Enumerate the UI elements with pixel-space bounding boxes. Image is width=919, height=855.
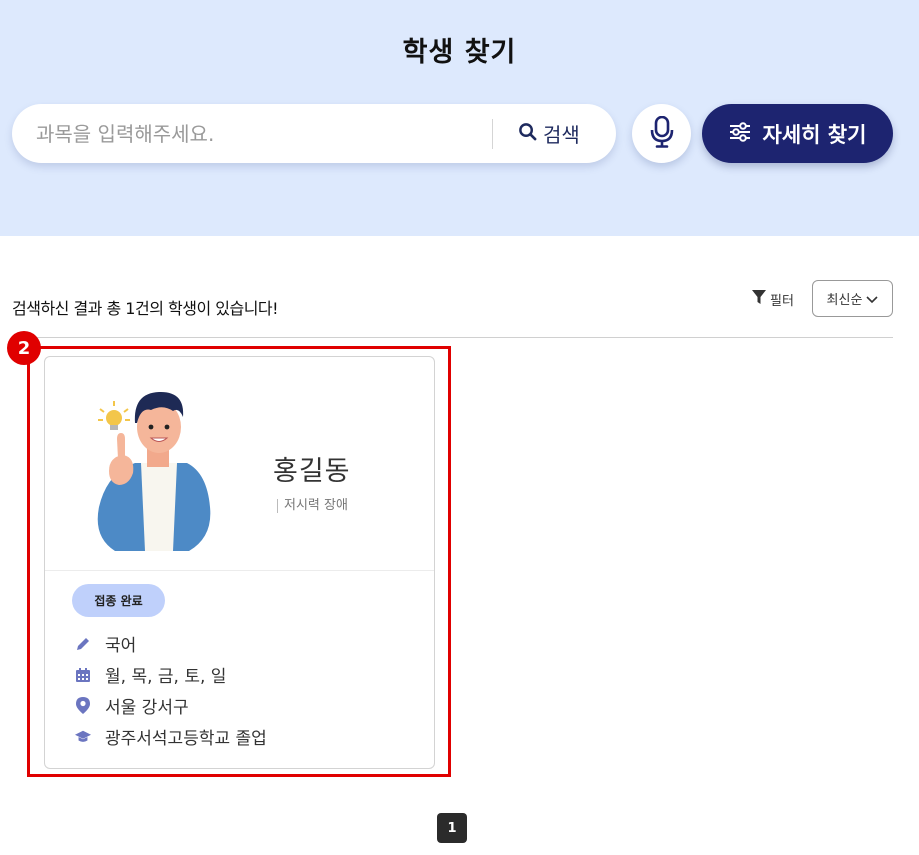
sort-select[interactable]: 최신순 [812,280,893,317]
subject-text: 국어 [105,636,137,656]
lightbulb-icon [98,401,130,430]
advanced-search-button[interactable]: 자세히 찾기 [702,104,893,163]
filter-label: 필터 [770,294,794,309]
search-hero: 학생 찾기 검색 자세히 찾기 [0,0,919,236]
student-card-header: 홍길동 저시력 장애 [45,357,434,571]
voice-search-button[interactable] [632,104,691,163]
disability-type: 저시력 장애 [277,499,348,513]
calendar-icon [75,667,91,683]
search-bar: 검색 [12,104,616,163]
search-button[interactable]: 검색 [518,116,580,151]
advanced-search-label: 자세히 찾기 [762,122,867,147]
student-card[interactable]: 홍길동 저시력 장애 접종 완료 국어 월, 목, 금, 토, 일 서울 강서구… [44,356,435,769]
chevron-down-icon [866,289,879,308]
search-button-label: 검색 [543,123,580,147]
student-name: 홍길동 [273,456,351,487]
info-row-education: 광주서석고등학교 졸업 [75,724,267,749]
search-input[interactable] [36,116,476,151]
filter-icon [752,290,766,309]
results-divider [12,337,893,338]
student-avatar [93,387,213,553]
map-pin-icon [75,697,91,714]
days-text: 월, 목, 금, 토, 일 [105,667,227,687]
pencil-icon [75,636,91,652]
filter-button[interactable]: 필터 [752,290,794,309]
vaccination-status-badge: 접종 완료 [72,584,165,617]
info-row-days: 월, 목, 금, 토, 일 [75,662,226,687]
microphone-icon [650,115,674,152]
location-text: 서울 강서구 [105,698,189,718]
education-text: 광주서석고등학교 졸업 [105,729,267,749]
graduation-cap-icon [75,729,91,745]
page-title: 학생 찾기 [402,37,517,68]
info-row-subject: 국어 [75,631,136,656]
search-divider [492,119,493,149]
result-summary: 검색하신 결과 총 1건의 학생이 있습니다! [12,299,279,318]
sort-selected-value: 최신순 [826,293,863,308]
pagination-page-button[interactable]: 1 [437,813,467,843]
info-row-location: 서울 강서구 [75,693,189,718]
search-icon [518,122,537,145]
sliders-icon [729,121,751,146]
annotation-number-badge: 2 [7,331,41,365]
